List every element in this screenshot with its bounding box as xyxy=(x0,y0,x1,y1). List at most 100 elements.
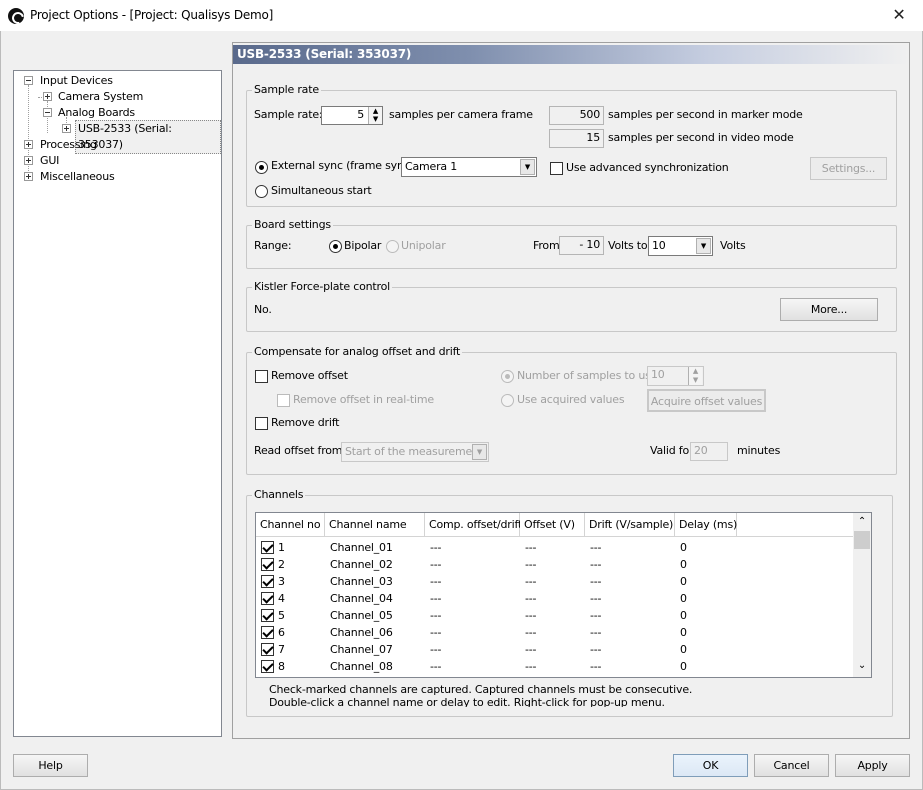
channel-comp: --- xyxy=(430,660,442,673)
chevron-down-icon[interactable]: ▼ xyxy=(472,444,487,460)
channel-no: 3 xyxy=(278,575,285,588)
channel-checkbox[interactable] xyxy=(261,592,274,605)
channel-comp: --- xyxy=(430,626,442,639)
settings-button[interactable]: Settings... xyxy=(810,157,887,180)
advanced-sync-checkbox[interactable] xyxy=(550,162,563,175)
channel-name[interactable]: Channel_03 xyxy=(330,573,393,590)
channel-checkbox[interactable] xyxy=(261,609,274,622)
channel-name[interactable]: Channel_05 xyxy=(330,607,393,624)
channel-checkbox[interactable] xyxy=(261,558,274,571)
table-row[interactable]: 2 Channel_02 --- --- --- 0 xyxy=(256,556,854,573)
channel-delay[interactable]: 0 xyxy=(680,624,687,641)
channel-delay[interactable]: 0 xyxy=(680,539,687,556)
column-header[interactable]: Channel name xyxy=(325,513,425,537)
read-offset-select[interactable]: Start of the measurement ▼ xyxy=(341,442,489,462)
unipolar-radio[interactable] xyxy=(386,240,399,253)
chevron-down-icon[interactable]: ▼ xyxy=(696,238,711,254)
vertical-scrollbar[interactable]: ⌃ ⌄ xyxy=(853,513,871,677)
channel-delay[interactable]: 0 xyxy=(680,573,687,590)
channel-delay[interactable]: 0 xyxy=(680,607,687,624)
table-row[interactable]: 5 Channel_05 --- --- --- 0 xyxy=(256,607,854,624)
column-header[interactable]: Channel no xyxy=(256,513,325,537)
cancel-button[interactable]: Cancel xyxy=(754,754,829,777)
table-row[interactable]: 8 Channel_08 --- --- --- 0 xyxy=(256,658,854,675)
column-header[interactable]: Delay (ms) xyxy=(675,513,737,537)
remove-drift-label: Remove drift xyxy=(271,416,340,429)
table-row[interactable]: 7 Channel_07 --- --- --- 0 xyxy=(256,641,854,658)
scroll-thumb[interactable] xyxy=(854,531,870,549)
channel-name[interactable]: Channel_06 xyxy=(330,624,393,641)
channel-delay[interactable]: 0 xyxy=(680,641,687,658)
table-row[interactable]: 6 Channel_06 --- --- --- 0 xyxy=(256,624,854,641)
sample-rate-label: Sample rate: xyxy=(254,108,323,121)
to-volts-select[interactable]: 10 ▼ xyxy=(648,236,713,256)
expand-icon[interactable] xyxy=(24,172,33,181)
column-header[interactable]: Comp. offset/drift xyxy=(425,513,522,537)
channel-delay[interactable]: 0 xyxy=(680,658,687,675)
help-button[interactable]: Help xyxy=(13,754,88,777)
collapse-icon[interactable] xyxy=(43,108,52,117)
panel-header: USB-2533 (Serial: 353037) xyxy=(233,45,909,64)
sample-rate-spinner[interactable]: ▲ ▼ xyxy=(368,107,382,124)
remove-offset-realtime-checkbox[interactable] xyxy=(277,394,290,407)
scroll-down-icon[interactable]: ⌄ xyxy=(853,659,871,676)
scroll-up-icon[interactable]: ⌃ xyxy=(853,513,871,530)
channel-checkbox[interactable] xyxy=(261,660,274,673)
tree-item-camera-system[interactable]: Camera System xyxy=(56,89,145,105)
expand-icon[interactable] xyxy=(62,124,71,133)
external-sync-radio[interactable] xyxy=(255,161,268,174)
from-label: From xyxy=(533,239,560,252)
channels-note-2: Double-click a channel name or delay to … xyxy=(269,696,665,707)
expand-icon[interactable] xyxy=(24,156,33,165)
close-button[interactable]: ✕ xyxy=(884,5,914,25)
column-header[interactable]: Drift (V/sample) xyxy=(585,513,675,537)
channel-delay[interactable]: 0 xyxy=(680,556,687,573)
valid-for-input[interactable]: 20 xyxy=(690,442,728,461)
channel-checkbox[interactable] xyxy=(261,541,274,554)
table-row[interactable]: 4 Channel_04 --- --- --- 0 xyxy=(256,590,854,607)
apply-button[interactable]: Apply xyxy=(835,754,910,777)
expand-icon[interactable] xyxy=(43,92,52,101)
channel-no: 2 xyxy=(278,558,285,571)
tree-item-analog-boards[interactable]: Analog Boards xyxy=(56,105,137,121)
tree-item-miscellaneous[interactable]: Miscellaneous xyxy=(38,169,117,185)
options-tree[interactable]: Input Devices Camera System Analog Board… xyxy=(13,70,222,737)
channel-name[interactable]: Channel_01 xyxy=(330,539,393,556)
chevron-down-icon[interactable]: ▼ xyxy=(520,159,535,175)
use-acquired-radio[interactable] xyxy=(501,394,514,407)
tree-item-input-devices[interactable]: Input Devices xyxy=(38,73,115,89)
channel-no: 5 xyxy=(278,609,285,622)
tree-item-gui[interactable]: GUI xyxy=(38,153,61,169)
channel-name[interactable]: Channel_08 xyxy=(330,658,393,675)
bipolar-radio[interactable] xyxy=(329,240,342,253)
marker-mode-rate: 500 xyxy=(549,106,604,125)
channel-offset: --- xyxy=(525,626,537,639)
table-row[interactable]: 3 Channel_03 --- --- --- 0 xyxy=(256,573,854,590)
channel-checkbox[interactable] xyxy=(261,626,274,639)
channel-comp: --- xyxy=(430,575,442,588)
channels-table[interactable]: Channel no Channel name Comp. offset/drift… xyxy=(255,512,872,678)
valid-for-label: Valid for xyxy=(650,444,694,457)
num-samples-radio[interactable] xyxy=(501,370,514,383)
num-samples-spinner[interactable]: ▲ ▼ xyxy=(688,367,702,385)
ok-button[interactable]: OK xyxy=(673,754,748,777)
table-row[interactable]: 1 Channel_01 --- --- --- 0 xyxy=(256,539,854,556)
column-header[interactable]: Offset (V) xyxy=(520,513,585,537)
channel-name[interactable]: Channel_02 xyxy=(330,556,393,573)
collapse-icon[interactable] xyxy=(24,76,33,85)
channel-checkbox[interactable] xyxy=(261,643,274,656)
expand-icon[interactable] xyxy=(24,140,33,149)
acquire-offset-button[interactable]: Acquire offset values xyxy=(647,389,766,412)
camera-select[interactable]: Camera 1 ▼ xyxy=(401,157,537,177)
channel-checkbox[interactable] xyxy=(261,575,274,588)
channel-comp: --- xyxy=(430,558,442,571)
channel-name[interactable]: Channel_04 xyxy=(330,590,393,607)
simultaneous-start-radio[interactable] xyxy=(255,185,268,198)
group-label: Channels xyxy=(252,488,306,501)
tree-item-processing[interactable]: Processing xyxy=(38,137,99,153)
channel-name[interactable]: Channel_07 xyxy=(330,641,393,658)
channel-delay[interactable]: 0 xyxy=(680,590,687,607)
more-button[interactable]: More... xyxy=(780,298,878,321)
remove-offset-checkbox[interactable] xyxy=(255,370,268,383)
remove-drift-checkbox[interactable] xyxy=(255,417,268,430)
